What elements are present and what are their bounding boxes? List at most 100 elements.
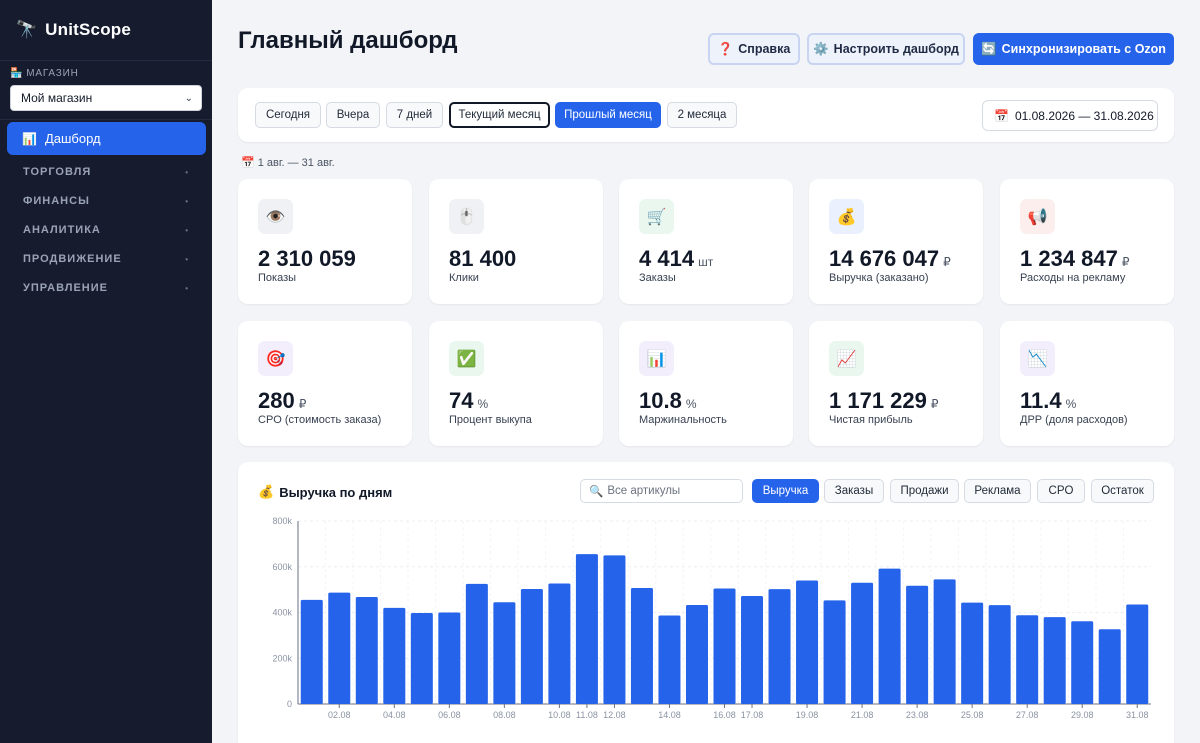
chart-bar [465,583,488,704]
x-tick-label: 17.08 [741,710,764,720]
kpi-value: 11.4% [1020,388,1077,413]
kpi-card-orders[interactable]: 🛒 4 414 шт Заказы [619,179,793,304]
kpi-label: Расходы на рекламу [1020,272,1126,284]
dot-icon: • [185,167,189,177]
kpi-label: Показы [258,272,297,284]
chart-bar [851,582,874,704]
target-icon: 🎯 [258,341,293,376]
eye-icon: 👁️ [258,199,293,234]
question-icon: ❓ [717,41,734,56]
calendar-icon: 📅 [994,108,1009,123]
period-card: Сегодня Вчера 7 дней Текущий месяц Прошл… [238,88,1174,142]
chart-bar [355,596,378,704]
period-last-month-button[interactable]: Прошлый месяц [555,102,661,128]
kpi-card-impressions[interactable]: 👁️ 2 310 059 Показы [238,179,412,304]
check-icon: ✅ [449,341,484,376]
y-tick-label: 0 [287,699,292,709]
chart-bar [1098,629,1121,704]
sidebar: 🔭 UnitScope 🏪 МАГАЗИН Мой магазин ⌄ 📊 Да… [0,0,212,743]
kpi-label: Заказы [639,272,676,284]
x-tick-label: 08.08 [493,710,516,720]
kpi-value: 2 310 059 [258,246,356,271]
x-tick-label: 14.08 [658,710,681,720]
period-label: Текущий месяц [458,109,541,121]
customize-button-label: Настроить дашборд [833,42,959,56]
kpi-card-ad-spend[interactable]: 📢 1 234 847 ₽ Расходы на рекламу [1000,179,1174,304]
store-select[interactable]: Мой магазин ⌄ [10,85,202,111]
chart-bar [713,588,736,704]
kpi-card-cpo[interactable]: 🎯 280 ₽ CPO (стоимость заказа) [238,321,412,446]
sync-ozon-button[interactable]: 🔄 Синхронизировать с Ozon [973,33,1174,65]
chart-bar [603,555,626,704]
period-today-button[interactable]: Сегодня [255,102,321,128]
chart-bar [438,612,461,704]
dot-icon: • [185,283,189,293]
kpi-label: Выручка (заказано) [829,272,929,284]
x-tick-label: 12.08 [603,710,626,720]
sidebar-section-label: ФИНАНСЫ [23,195,90,207]
period-label: Прошлый месяц [564,109,652,121]
megaphone-icon: 📢 [1020,199,1055,234]
date-range-picker[interactable]: 📅 01.08.2026 — 31.08.2026 [982,100,1158,131]
chart-bar [575,554,598,704]
sidebar-section-analytics[interactable]: АНАЛИТИКА • [23,224,189,236]
kpi-card-net-profit[interactable]: 📈 1 171 229 ₽ Чистая прибыль [809,321,983,446]
chart-bar [493,602,516,704]
sidebar-section-finance[interactable]: ФИНАНСЫ • [23,195,189,207]
customize-dashboard-button[interactable]: ⚙️ Настроить дашборд [807,33,965,65]
chart-bar [300,599,323,704]
x-tick-label: 04.08 [383,710,406,720]
chart-bar [1016,615,1039,704]
period-7days-button[interactable]: 7 дней [386,102,443,128]
chart-bar [658,615,681,704]
kpi-card-buyout[interactable]: ✅ 74% Процент выкупа [429,321,603,446]
chart-bar [823,600,846,704]
brand-name: UnitScope [45,20,132,39]
x-tick-label: 29.08 [1071,710,1094,720]
kpi-card-revenue[interactable]: 💰 14 676 047 ₽ Выручка (заказано) [809,179,983,304]
sidebar-section-promotion[interactable]: ПРОДВИЖЕНИЕ • [23,253,189,265]
period-current-month-button[interactable]: Текущий месяц [449,102,550,128]
sidebar-section-trade[interactable]: ТОРГОВЛЯ • [23,166,189,178]
sidebar-section-management[interactable]: УПРАВЛЕНИЕ • [23,282,189,294]
chart-bar [906,585,929,704]
chart-bar [1126,604,1149,704]
kpi-label: Маржинальность [639,414,727,426]
brand[interactable]: 🔭 UnitScope [0,0,212,61]
kpi-value: 280 ₽ [258,388,307,413]
y-tick-label: 200k [272,653,292,663]
kpi-value: 81 400 [449,246,517,271]
calendar-icon: 📅 [241,157,255,169]
kpi-card-drr[interactable]: 📉 11.4% ДРР (доля расходов) [1000,321,1174,446]
dot-icon: • [185,225,189,235]
period-label: 2 месяца [677,109,727,121]
x-tick-label: 27.08 [1016,710,1039,720]
date-range-value: 01.08.2026 — 31.08.2026 [1014,108,1154,123]
dot-icon: • [185,254,189,264]
y-tick-label: 400k [272,608,292,618]
kpi-value: 1 234 847 ₽ [1020,246,1130,271]
page-title: Главный дашборд [238,27,458,54]
kpi-label: CPO (стоимость заказа) [258,414,382,426]
y-tick-label: 600k [272,562,292,572]
kpi-card-clicks[interactable]: 🖱️ 81 400 Клики [429,179,603,304]
sidebar-item-dashboard[interactable]: 📊 Дашборд [7,122,206,155]
period-yesterday-button[interactable]: Вчера [326,102,380,128]
range-note-text: 1 авг. — 31 авг. [257,156,335,169]
x-tick-label: 21.08 [851,710,874,720]
kpi-label: Процент выкупа [449,414,532,426]
mouse-icon: 🖱️ [449,199,484,234]
cart-icon: 🛒 [639,199,674,234]
chart-bar [878,568,901,704]
sidebar-section-label: ПРОДВИЖЕНИЕ [23,253,122,265]
chevron-down-icon: ⌄ [184,92,193,104]
x-tick-label: 06.08 [438,710,461,720]
kpi-card-margin[interactable]: 📊 10.8% Маржинальность [619,321,793,446]
x-tick-label: 16.08 [713,710,736,720]
store-label: 🏪 МАГАЗИН [10,68,79,79]
x-tick-label: 02.08 [328,710,351,720]
help-button-label: Справка [738,42,791,56]
period-2months-button[interactable]: 2 месяца [667,102,737,128]
telescope-icon: 🔭 [16,20,38,39]
help-button[interactable]: ❓ Справка [708,33,800,65]
